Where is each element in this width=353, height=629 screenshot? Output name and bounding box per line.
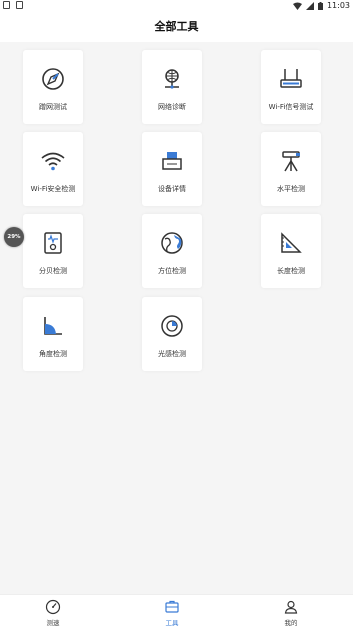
tool-label: 分贝检测: [39, 267, 67, 275]
globe-icon: [161, 232, 183, 254]
nav-item-tools[interactable]: 工具: [142, 599, 202, 627]
tool-card-angle[interactable]: 角度检测: [23, 297, 83, 371]
tool-card-level-check[interactable]: 水平检测: [261, 132, 321, 206]
signal-icon: [305, 1, 314, 10]
nav-item-speed-test[interactable]: 测速: [23, 599, 83, 627]
page-title: 全部工具: [154, 20, 199, 33]
tool-card-direction[interactable]: 方位检测: [142, 214, 202, 288]
notification-icon: [3, 1, 10, 9]
tool-label: 网络诊断: [158, 103, 186, 111]
wifi-status-icon: [292, 2, 302, 10]
speedometer-icon: [45, 599, 61, 615]
decibel-meter-icon: [44, 232, 62, 254]
tool-label: Wi-Fi安全检测: [30, 185, 76, 193]
tool-card-wifi-signal[interactable]: Wi-Fi信号测试: [261, 50, 321, 124]
angle-icon: [44, 317, 62, 335]
user-icon: [284, 600, 298, 614]
nav-label: 我的: [284, 619, 298, 627]
notification-a-icon: [16, 1, 23, 9]
tool-card-decibel[interactable]: 分贝检测: [23, 214, 83, 288]
device-icon: [162, 152, 182, 170]
ruler-triangle-icon: [281, 232, 302, 253]
nav-label: 工具: [165, 619, 179, 627]
tool-card-network-diagnosis[interactable]: 网络诊断: [142, 50, 202, 124]
tool-label: Wi-Fi信号测试: [268, 103, 314, 111]
nav-label: 测速: [46, 619, 60, 627]
tool-card-device-details[interactable]: 设备详情: [142, 132, 202, 206]
tool-card-length[interactable]: 长度检测: [261, 214, 321, 288]
battery-icon: [317, 1, 323, 10]
tool-card-hotspot-test[interactable]: 蹭网测试: [23, 50, 83, 124]
tool-card-wifi-security[interactable]: Wi-Fi安全检测: [23, 132, 83, 206]
bottom-nav: 测速 工具 我的: [0, 594, 353, 629]
status-time: 11:03: [326, 1, 350, 10]
tool-label: 角度检测: [39, 350, 67, 358]
router-icon: [280, 69, 302, 88]
tool-label: 方位检测: [158, 267, 186, 275]
tool-label: 长度检测: [277, 267, 305, 275]
network-icon: [165, 69, 179, 89]
header: 全部工具: [0, 12, 353, 42]
tool-label: 光感检测: [158, 350, 186, 358]
nav-item-mine[interactable]: 我的: [261, 599, 321, 627]
floating-progress-badge[interactable]: 29%: [4, 227, 24, 247]
tool-label: 蹭网测试: [39, 103, 67, 111]
tool-card-light-sensor[interactable]: 光感检测: [142, 297, 202, 371]
tool-label: 水平检测: [277, 185, 305, 193]
light-sensor-icon: [161, 315, 183, 337]
wifi-icon: [41, 152, 65, 171]
status-bar: 11:03: [0, 0, 353, 12]
tripod-icon: [282, 151, 300, 172]
tool-label: 设备详情: [158, 185, 186, 193]
toolbox-icon: [165, 600, 179, 613]
compass-icon: [42, 68, 64, 90]
